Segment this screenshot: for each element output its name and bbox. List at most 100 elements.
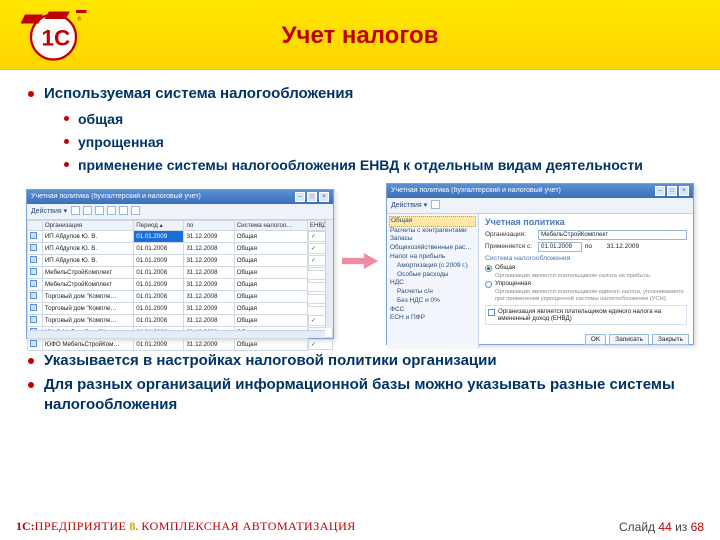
table-row[interactable]: ИП Абдулов Ю. В.01.01.200931.12.2009Обща…	[28, 230, 333, 243]
table-row[interactable]: ИП Абдулов Ю. В.01.01.200831.12.2008Обща…	[28, 243, 333, 255]
form-header: Учетная политика	[485, 217, 687, 227]
cell-sys: Общая	[234, 267, 307, 279]
cell-org: Торговый дом "Компле…	[42, 315, 133, 327]
cell-to: 31.12.2009	[184, 279, 234, 291]
bullet-text: Используемая система налогообложения	[44, 85, 353, 102]
footer: 1С:ПРЕДПРИЯТИЕ 8. КОМПЛЕКСНАЯ АВТОМАТИЗА…	[0, 519, 720, 534]
sidebar-item[interactable]: Общая	[389, 216, 476, 227]
row-icon	[30, 244, 37, 251]
window-left-titlebar[interactable]: Учетная политика (бухгалтерский и налого…	[27, 190, 333, 204]
table-row[interactable]: МебельСтройКомплект01.01.200831.12.2008О…	[28, 267, 333, 279]
sidebar-item[interactable]: Налог на прибыль	[389, 253, 476, 262]
col-org[interactable]: Организация	[42, 220, 133, 230]
window-left-title: Учетная политика (бухгалтерский и налого…	[31, 193, 201, 200]
sidebar-item[interactable]: Расчеты с/н	[389, 288, 476, 297]
org-field[interactable]: МебельСтройКомплект	[538, 230, 687, 240]
window-left-toolbar: Действия ▾	[27, 204, 333, 220]
sidebar-item[interactable]: Без НДС и 0%	[389, 297, 476, 306]
window-right-title: Учетная политика (бухгалтерский и налого…	[391, 187, 561, 194]
copy-icon[interactable]	[95, 206, 104, 215]
cell-org: ИП Абдулов Ю. В.	[42, 243, 133, 255]
cell-org: Торговый дом "Компле…	[42, 303, 133, 315]
cell-from: 01.01.2009	[134, 279, 184, 291]
sidebar-item[interactable]: Расчеты с контрагентами	[389, 227, 476, 236]
help-icon[interactable]	[431, 200, 440, 209]
cell-sys: Общая	[234, 291, 307, 303]
arrow-right-icon	[340, 250, 380, 277]
radio-simplified[interactable]: Упрощенная	[485, 280, 687, 288]
col-to[interactable]: по	[184, 220, 234, 230]
sidebar-item[interactable]: Амортизация (с 2009 г.)	[389, 262, 476, 271]
cell-from: 01.01.2008	[134, 267, 184, 279]
cell-from: 01.01.2009	[134, 230, 184, 243]
edit-icon[interactable]	[83, 206, 92, 215]
cell-org: ЮФО МебельСтройКом…	[42, 339, 133, 351]
row-icon	[30, 268, 37, 275]
scrollbar-vertical[interactable]	[325, 220, 333, 328]
cell-org: ИП Абдулов Ю. В.	[42, 255, 133, 267]
minimize-icon[interactable]: –	[655, 186, 665, 196]
radio-general[interactable]: Общая	[485, 264, 687, 272]
table-row[interactable]: Торговый дом "Компле…01.01.200831.12.200…	[28, 291, 333, 303]
cell-org: Торговый дом "Компле…	[42, 291, 133, 303]
close-button[interactable]: Закрыть	[652, 334, 689, 345]
date-from-field[interactable]: 01.01.2009	[538, 242, 582, 252]
row-icon	[30, 292, 37, 299]
date-to-value: 31.12.2009	[595, 243, 639, 250]
table-row[interactable]: ЮФО МебельСтройКом…01.01.200931.12.2009О…	[28, 339, 333, 351]
table-row[interactable]: ИП Абдулов Ю. В.01.01.200931.12.2009Обща…	[28, 255, 333, 267]
radio-dot-icon	[485, 281, 492, 288]
product-name: 1С:ПРЕДПРИЯТИЕ 8. КОМПЛЕКСНАЯ АВТОМАТИЗА…	[16, 519, 356, 534]
cell-to: 31.12.2009	[184, 339, 234, 351]
cell-org: МебельСтройКомплект	[42, 267, 133, 279]
ok-button[interactable]: OK	[585, 334, 606, 345]
row-icon	[30, 280, 37, 287]
row-icon	[30, 256, 37, 263]
actions-menu[interactable]: Действия ▾	[391, 201, 427, 209]
cell-to: 31.12.2009	[184, 255, 234, 267]
cell-sys: Общая	[234, 315, 307, 327]
table-row[interactable]: Торговый дом "Компле…01.01.200931.12.200…	[28, 303, 333, 315]
toolbar-icons	[71, 206, 141, 217]
cell-sys: Общая	[234, 303, 307, 315]
cell-to: 31.12.2008	[184, 267, 234, 279]
checkbox-icon	[488, 309, 495, 316]
window-right-toolbar: Действия ▾	[387, 198, 693, 214]
save-button[interactable]: Записать	[609, 334, 649, 345]
sidebar-item[interactable]: Общехозяйственные расходы	[389, 244, 476, 253]
table-row[interactable]: МебельСтройКомплект01.01.200931.12.2009О…	[28, 279, 333, 291]
col-period[interactable]: Период ▴	[134, 220, 184, 230]
minimize-icon[interactable]: –	[295, 192, 305, 202]
screenshots-row: Учетная политика (бухгалтерский и налого…	[26, 183, 694, 345]
delete-icon[interactable]	[107, 206, 116, 215]
sidebar-item[interactable]: ФСС	[389, 306, 476, 315]
cell-from: 01.01.2009	[134, 339, 184, 351]
window-left: Учетная политика (бухгалтерский и налого…	[26, 189, 334, 339]
add-icon[interactable]	[71, 206, 80, 215]
row-icon	[30, 340, 37, 347]
header-bar: 1C ® Учет налогов	[0, 0, 720, 70]
slide-title: Учет налогов	[0, 22, 720, 50]
close-icon[interactable]: ×	[679, 186, 689, 196]
window-right-titlebar[interactable]: Учетная политика (бухгалтерский и налого…	[387, 184, 693, 198]
table-header-row: Организация Период ▴ по Система налогоо……	[28, 220, 333, 230]
help-icon[interactable]	[131, 206, 140, 215]
maximize-icon[interactable]: □	[667, 186, 677, 196]
hint-general: Организация является плательщиком налога…	[485, 273, 687, 280]
actions-menu[interactable]: Действия ▾	[31, 207, 67, 215]
radio-simplified-label: Упрощенная	[495, 280, 531, 287]
scrollbar-horizontal[interactable]	[27, 330, 325, 338]
group-taxation: Система налогообложения	[485, 255, 687, 262]
close-icon[interactable]: ×	[319, 192, 329, 202]
sidebar-item[interactable]: НДС	[389, 279, 476, 288]
row-icon	[30, 316, 37, 323]
checkbox-envd[interactable]: Организация является плательщиком единог…	[485, 305, 687, 325]
table-row[interactable]: Торговый дом "Компле…01.01.200831.12.200…	[28, 315, 333, 327]
sidebar-item[interactable]: Запасы	[389, 235, 476, 244]
sidebar-item[interactable]: ЕСН и ПФР	[389, 314, 476, 323]
refresh-icon[interactable]	[119, 206, 128, 215]
col-sys[interactable]: Система налогоо…	[234, 220, 307, 230]
sidebar-item[interactable]: Особые расходы	[389, 271, 476, 280]
form-sidebar: ОбщаяРасчеты с контрагентамиЗапасыОбщехо…	[387, 214, 479, 348]
maximize-icon[interactable]: □	[307, 192, 317, 202]
